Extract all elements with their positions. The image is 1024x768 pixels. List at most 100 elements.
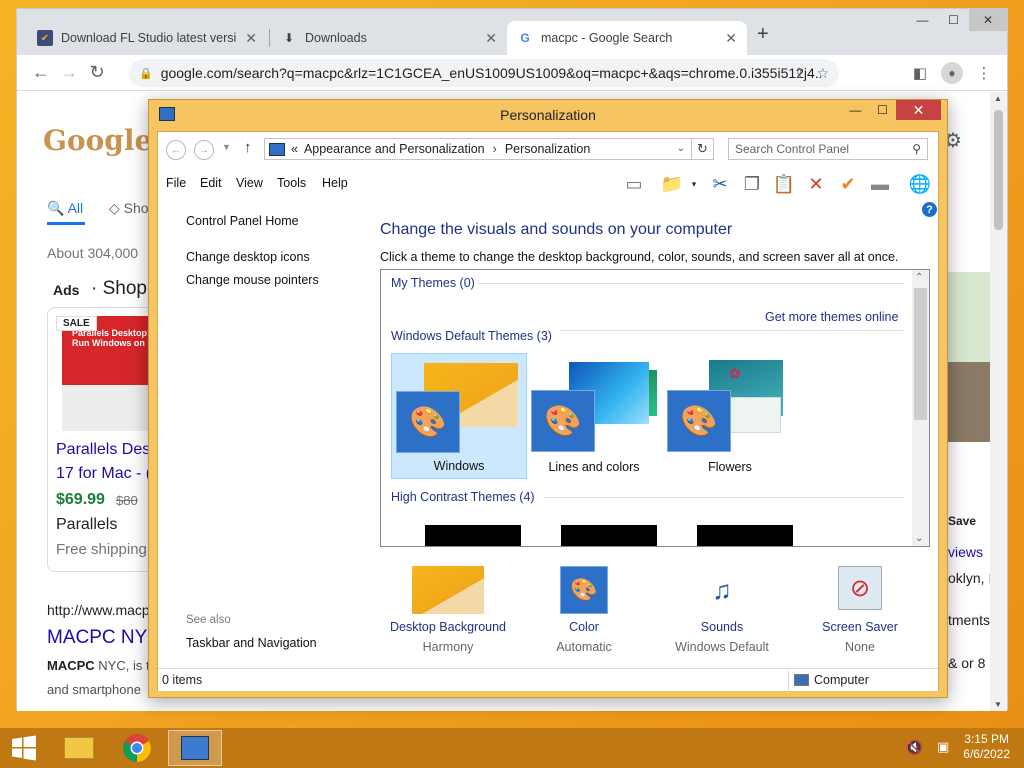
scroll-thumb[interactable] [994,110,1003,230]
minimize-button[interactable]: — [842,100,869,120]
tab-fl-studio[interactable]: ✔ Download FL Studio latest versi ✕ [27,21,267,55]
control-panel-taskbar-button[interactable] [168,730,222,766]
breadcrumb-root[interactable]: Appearance and Personalization [304,142,485,156]
desktop-background-item[interactable]: Desktop Background Harmony [388,566,508,654]
breadcrumb-overflow-icon[interactable]: « [291,142,298,156]
address-dropdown-icon[interactable]: ⌄ [677,143,685,154]
color-palette-icon: 🎨 [667,390,731,452]
save-text[interactable]: Save [948,514,976,528]
themes-list[interactable]: My Themes (0) Get more themes online Win… [380,269,930,547]
forward-button[interactable]: → [55,59,83,87]
search-input[interactable]: Search Control Panel ⚲ [728,138,928,160]
window-titlebar[interactable]: Personalization — ☐ ✕ [149,100,947,130]
menu-dots-icon[interactable]: ⋮ [971,59,997,87]
share-icon[interactable]: ⇪ [793,65,805,82]
map-thumbnail[interactable] [945,272,992,362]
google-doodle-logo[interactable]: Google [43,124,152,157]
high-contrast-theme[interactable] [697,525,793,546]
change-mouse-pointers-link[interactable]: Change mouse pointers [186,273,319,287]
change-desktop-icons-link[interactable]: Change desktop icons [186,250,310,264]
start-button[interactable] [0,730,48,766]
scroll-thumb[interactable] [914,288,927,420]
menu-file[interactable]: File [166,176,186,190]
back-button[interactable]: ← [27,59,55,87]
refresh-icon[interactable]: ↻ [692,138,714,160]
new-tab-button[interactable]: + [757,23,769,46]
theme-label: Windows [433,459,485,473]
get-more-themes-link[interactable]: Get more themes online [765,310,898,324]
theme-lines-and-colors[interactable]: 🎨 Lines and colors [527,353,663,479]
taskbar-navigation-link[interactable]: Taskbar and Navigation [186,636,317,650]
back-button[interactable]: ← [166,140,186,160]
properties-icon[interactable]: ▬ [868,172,892,196]
control-panel-icon [181,736,209,760]
result-title[interactable]: MACPC NYC [47,627,161,649]
scroll-up-icon[interactable]: ▲ [994,94,1002,103]
control-panel-home-link[interactable]: Control Panel Home [186,214,299,228]
menu-view[interactable]: View [236,176,263,190]
network-icon[interactable]: ▣ [937,739,949,755]
place-photo[interactable] [945,362,992,442]
breadcrumb-current[interactable]: Personalization [505,142,590,156]
breadcrumb[interactable]: « Appearance and Personalization › Perso… [264,138,692,160]
high-contrast-theme[interactable] [425,525,521,546]
themes-scrollbar[interactable]: ⌃ ⌄ [912,270,929,546]
tab-downloads[interactable]: ⬇ Downloads ✕ [271,21,507,55]
menu-tools[interactable]: Tools [277,176,306,190]
theme-windows[interactable]: 🎨 Windows [391,353,527,479]
profile-avatar[interactable]: ● [941,62,963,84]
layout-pane-icon[interactable]: ▭ [622,172,646,196]
my-themes-group: My Themes (0) [391,276,475,290]
paste-icon[interactable]: 📋 [772,172,796,196]
screen-saver-item[interactable]: ⊘ Screen Saver None [800,566,920,654]
color-palette-icon: 🎨 [531,390,595,452]
menu-edit[interactable]: Edit [200,176,222,190]
clock-date: 6/6/2022 [963,747,1010,761]
sidebar-icon[interactable]: ◧ [907,59,933,87]
file-explorer-taskbar-button[interactable] [52,730,106,766]
scroll-down-icon[interactable]: ▼ [994,700,1002,709]
menu-help[interactable]: Help [322,176,348,190]
sounds-item[interactable]: ♫ Sounds Windows Default [662,566,782,655]
delete-icon[interactable]: ✕ [804,172,828,196]
minimize-button[interactable]: — [907,9,938,31]
checkmark-icon[interactable]: ✔ [836,172,860,196]
item-label: Desktop Background [389,620,507,634]
cut-icon[interactable]: ✂ [708,172,732,196]
reload-button[interactable]: ↻ [83,59,111,87]
clock[interactable]: 3:15 PM 6/6/2022 [963,732,1010,762]
reviews-link[interactable]: views [948,544,983,560]
color-item[interactable]: 🎨 Color Automatic [524,566,644,654]
volume-muted-icon[interactable]: 🔇 [906,739,923,756]
page-scrollbar[interactable]: ▲ ▼ [990,92,1007,711]
computer-label: Computer [814,673,869,687]
tab-shopping[interactable]: ◇ Sho [109,200,149,217]
close-button[interactable]: ✕ [896,100,941,120]
recent-pages-chevron-icon[interactable]: ▼ [222,142,231,152]
close-icon[interactable]: ✕ [245,30,257,47]
copy-icon[interactable]: ❐ [740,172,764,196]
close-icon[interactable]: ✕ [485,30,497,47]
star-icon[interactable]: ☆ [816,65,829,82]
up-arrow-icon[interactable]: ↑ [244,139,252,156]
item-label: Screen Saver [822,620,898,634]
maximize-button[interactable]: ☐ [869,100,896,120]
result-url[interactable]: http://www.macp [47,602,150,618]
close-icon[interactable]: ✕ [725,30,737,47]
close-window-button[interactable]: ✕ [969,9,1007,31]
breadcrumb-chevron-icon[interactable]: › [493,142,497,156]
scroll-up-icon[interactable]: ⌃ [915,272,923,283]
address-bar[interactable]: 🔒 google.com/search?q=macpc&rlz=1C1GCEA_… [129,59,839,87]
chrome-taskbar-button[interactable] [110,730,164,766]
scroll-down-icon[interactable]: ⌄ [915,533,923,544]
tab-all[interactable]: 🔍 All [47,200,83,217]
help-icon[interactable]: ? [922,202,937,217]
tab-macpc-search[interactable]: G macpc - Google Search ✕ [507,21,747,55]
forward-button[interactable]: → [194,140,214,160]
maximize-button[interactable]: ☐ [938,9,969,31]
folder-options-icon[interactable]: 📁 [660,172,684,196]
dropdown-icon[interactable]: ▾ [682,172,706,196]
globe-icon[interactable]: 🌐 [908,172,932,196]
high-contrast-theme[interactable] [561,525,657,546]
theme-flowers[interactable]: ✿ 🎨 Flowers [663,353,799,479]
